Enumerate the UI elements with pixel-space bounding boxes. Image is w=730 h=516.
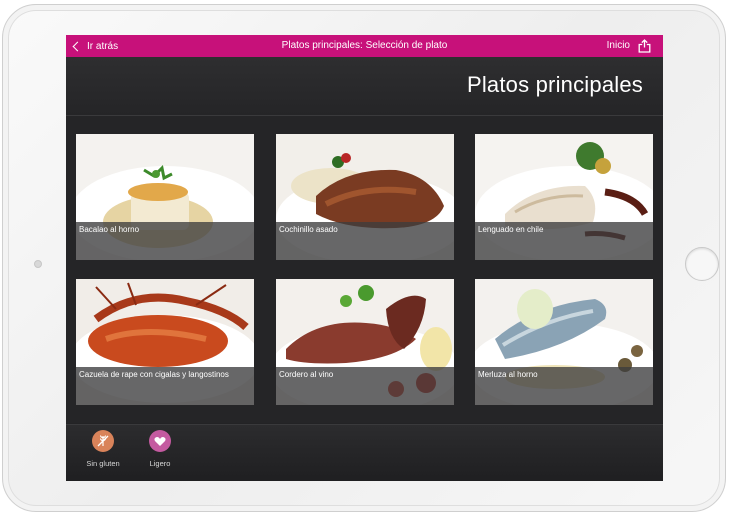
filter-label: Ligero <box>149 459 171 468</box>
nav-title: Platos principales: Selección de plato <box>281 40 448 51</box>
dish-name: Lenguado en chile <box>475 222 653 260</box>
camera <box>34 260 42 268</box>
heart-icon <box>149 430 171 452</box>
navigation-bar: Ir atrás Platos principales: Selección d… <box>66 35 663 57</box>
chevron-left-icon <box>72 41 83 52</box>
dish-grid: Bacalao al horno Cochinillo asado Lengua… <box>66 116 663 423</box>
home-button[interactable] <box>685 247 719 281</box>
dish-name: Bacalao al horno <box>76 222 254 260</box>
no-wheat-icon <box>92 430 114 452</box>
filter-label: Sin gluten <box>86 459 120 468</box>
page-header: Platos principales <box>66 57 663 116</box>
filter-sin-gluten[interactable]: Sin gluten <box>73 430 133 468</box>
diet-filter-bar: Sin gluten Ligero <box>66 424 663 481</box>
page-title: Platos principales <box>466 72 643 97</box>
share-icon[interactable] <box>638 39 651 53</box>
back-label: Ir atrás <box>87 40 119 52</box>
dish-card-cochinillo[interactable]: Cochinillo asado <box>276 134 454 260</box>
back-button[interactable]: Ir atrás <box>72 35 119 57</box>
dish-name: Cazuela de rape con cigalas y langostino… <box>76 367 254 405</box>
dish-card-cordero[interactable]: Cordero al vino <box>276 279 454 405</box>
dish-name: Cochinillo asado <box>276 222 454 260</box>
filter-ligero[interactable]: Ligero <box>130 430 190 468</box>
dish-name: Cordero al vino <box>276 367 454 405</box>
dish-card-merluza[interactable]: Merluza al horno <box>475 279 653 405</box>
dish-card-bacalao[interactable]: Bacalao al horno <box>76 134 254 260</box>
app-screen: Ir atrás Platos principales: Selección d… <box>66 35 663 481</box>
dish-name: Merluza al horno <box>475 367 653 405</box>
dish-card-cazuela[interactable]: Cazuela de rape con cigalas y langostino… <box>76 279 254 405</box>
dish-card-lenguado[interactable]: Lenguado en chile <box>475 134 653 260</box>
home-link[interactable]: Inicio <box>607 35 630 57</box>
